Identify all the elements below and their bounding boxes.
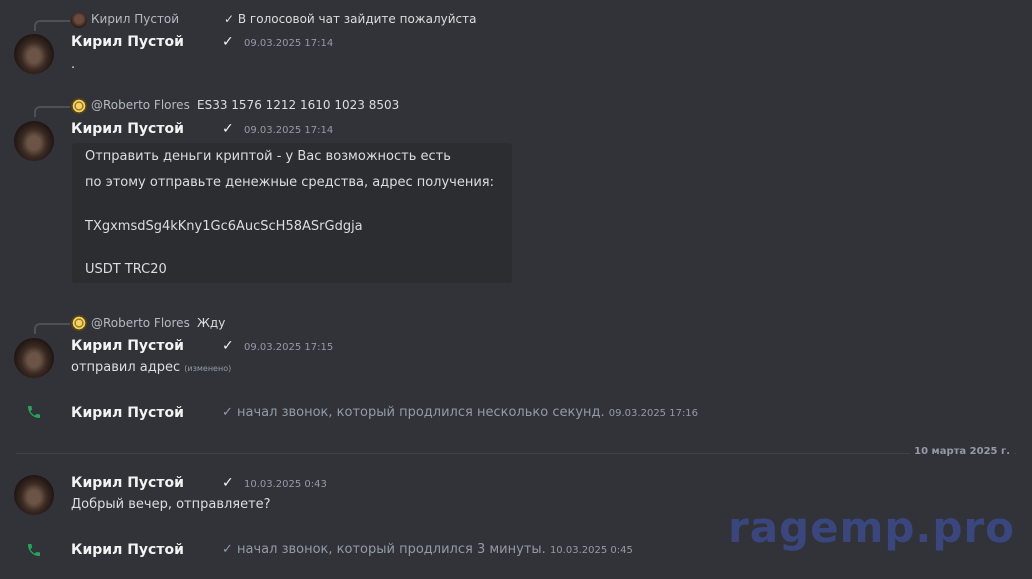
timestamp[interactable]: 10.03.2025 0:43 [244,479,327,490]
reply-preview[interactable]: Жду [197,316,225,330]
reply-author[interactable]: @Roberto Flores [91,98,190,112]
watermark: ragemp.pro [728,503,1016,552]
avatar[interactable] [14,475,54,515]
verified-check-icon: ✓ [222,475,234,491]
code-line: TXgxmsdSg4kKny1Gc6AucScH58ASrGdgja [85,219,363,234]
phone-icon [26,404,42,424]
reply-preview[interactable]: ES33 1576 1212 1610 1023 8503 [197,98,399,112]
verified-check-icon: ✓ [222,338,234,354]
reply-avatar[interactable] [71,315,87,331]
reply-spine [34,323,70,334]
message-text: отправил адрес [71,360,181,375]
timestamp[interactable]: 09.03.2025 17:16 [609,408,698,419]
reply-author[interactable]: @Roberto Flores [91,316,190,330]
call-text: ✓ начал звонок, который продлился нескол… [222,405,698,420]
message-content: отправил адрес (изменено) [71,360,231,375]
timestamp[interactable]: 09.03.2025 17:15 [244,342,333,353]
avatar[interactable] [14,121,54,161]
code-line: Отправить деньги криптой - у Вас возможн… [85,149,451,164]
username[interactable]: Кирил Пустой [71,405,184,421]
timestamp[interactable]: 09.03.2025 17:14 [244,125,333,136]
date-divider [16,453,1016,454]
timestamp[interactable]: 09.03.2025 17:14 [244,38,333,49]
timestamp[interactable]: 10.03.2025 0:45 [550,545,633,556]
edited-label: (изменено) [184,364,232,373]
call-description: ✓ начал звонок, который продлился 3 мину… [222,542,546,557]
username[interactable]: Кирил Пустой [71,475,184,491]
verified-check-icon: ✓ [222,34,234,50]
call-description: ✓ начал звонок, который продлился нескол… [222,405,605,420]
reply-spine [34,106,70,117]
date-divider-label: 10 марта 2025 г. [910,446,1014,457]
code-line: USDT TRC20 [85,262,167,277]
reply-author[interactable]: Кирил Пустой [91,12,179,26]
avatar[interactable] [14,338,54,378]
code-line: по этому отправьте денежные средства, ад… [85,175,495,190]
avatar[interactable] [14,34,54,74]
username[interactable]: Кирил Пустой [71,542,184,558]
message-content: . [71,57,76,72]
username[interactable]: Кирил Пустой [71,121,184,137]
reply-preview[interactable]: ✓ В голосовой чат зайдите пожалуйста [224,12,476,26]
reply-avatar[interactable] [71,98,87,114]
username[interactable]: Кирил Пустой [71,338,184,354]
call-text: ✓ начал звонок, который продлился 3 мину… [222,542,633,557]
phone-icon [26,542,42,562]
message-content: Добрый вечер, отправляете? [71,497,271,512]
reply-avatar[interactable] [71,12,87,28]
verified-check-icon: ✓ [222,121,234,137]
reply-spine [34,20,70,31]
username[interactable]: Кирил Пустой [71,34,184,50]
